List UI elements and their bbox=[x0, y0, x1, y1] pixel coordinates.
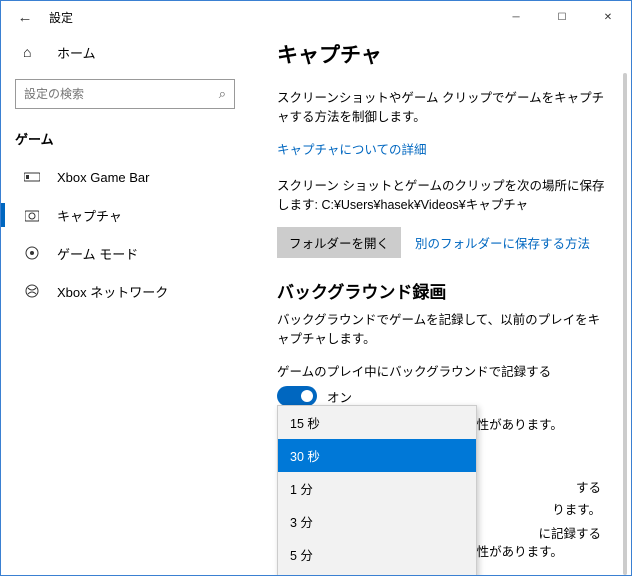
back-button[interactable]: ← bbox=[11, 3, 39, 31]
bg-toggle-label: ゲームのプレイ中にバックグラウンドで記録する bbox=[277, 361, 607, 380]
minimize-button[interactable]: ─ bbox=[493, 1, 539, 33]
xbox-icon bbox=[23, 284, 41, 298]
nav-game-mode[interactable]: ゲーム モード bbox=[1, 234, 249, 272]
dropdown-option[interactable]: 30 秒 bbox=[278, 439, 476, 472]
dropdown-option[interactable]: 5 分 bbox=[278, 538, 476, 571]
obscured-text: する bbox=[576, 477, 601, 496]
dropdown-option[interactable]: 15 秒 bbox=[278, 406, 476, 439]
obscured-text: ります。 bbox=[552, 499, 601, 518]
search-box[interactable]: ⌕ bbox=[15, 79, 235, 109]
dropdown-option[interactable]: 10 分 bbox=[278, 571, 476, 575]
capture-icon bbox=[23, 208, 41, 222]
bg-toggle[interactable] bbox=[277, 386, 317, 406]
obscured-text: に記録する bbox=[538, 523, 601, 542]
nav-xbox-game-bar[interactable]: Xbox Game Bar bbox=[1, 158, 249, 196]
nav-captures[interactable]: キャプチャ bbox=[1, 196, 249, 234]
game-bar-icon bbox=[23, 171, 41, 183]
sidebar: ⌂ ホーム ⌕ ゲーム Xbox Game Bar キャプチャ ゲーム モード … bbox=[1, 33, 249, 575]
search-icon: ⌕ bbox=[219, 86, 226, 102]
dropdown-option[interactable]: 3 分 bbox=[278, 505, 476, 538]
nav-label: キャプチャ bbox=[57, 206, 122, 225]
toggle-state: オン bbox=[327, 387, 352, 406]
close-button[interactable]: ✕ bbox=[585, 1, 631, 33]
intro-text: スクリーンショットやゲーム クリップでゲームをキャプチャする方法を制御します。 bbox=[277, 87, 607, 125]
content-pane: キャプチャ スクリーンショットやゲーム クリップでゲームをキャプチャする方法を制… bbox=[249, 33, 631, 575]
home-icon: ⌂ bbox=[23, 44, 41, 60]
nav-label: ゲーム モード bbox=[57, 244, 138, 263]
save-other-link[interactable]: 別のフォルダーに保存する方法 bbox=[415, 233, 590, 252]
game-mode-icon bbox=[23, 246, 41, 260]
nav-home-label: ホーム bbox=[57, 43, 96, 62]
nav-label: Xbox ネットワーク bbox=[57, 282, 168, 301]
scrollbar[interactable] bbox=[623, 73, 627, 575]
bg-heading: バックグラウンド録画 bbox=[277, 278, 607, 303]
open-folder-button[interactable]: フォルダーを開く bbox=[277, 227, 401, 258]
window-title: 設定 bbox=[49, 9, 73, 26]
duration-dropdown[interactable]: 15 秒 30 秒 1 分 3 分 5 分 10 分 bbox=[277, 405, 477, 575]
maximize-button[interactable]: ☐ bbox=[539, 1, 585, 33]
nav-xbox-network[interactable]: Xbox ネットワーク bbox=[1, 272, 249, 310]
page-heading: キャプチャ bbox=[277, 39, 607, 69]
nav-category: ゲーム bbox=[1, 123, 249, 158]
dropdown-option[interactable]: 1 分 bbox=[278, 472, 476, 505]
search-input[interactable] bbox=[24, 87, 219, 101]
nav-label: Xbox Game Bar bbox=[57, 170, 150, 185]
learn-more-link[interactable]: キャプチャについての詳細 bbox=[277, 143, 427, 157]
nav-home[interactable]: ⌂ ホーム bbox=[1, 33, 249, 71]
save-location-text: スクリーン ショットとゲームのクリップを次の場所に保存します: C:¥Users… bbox=[277, 175, 607, 213]
bg-desc: バックグラウンドでゲームを記録して、以前のプレイをキャプチャします。 bbox=[277, 309, 607, 347]
